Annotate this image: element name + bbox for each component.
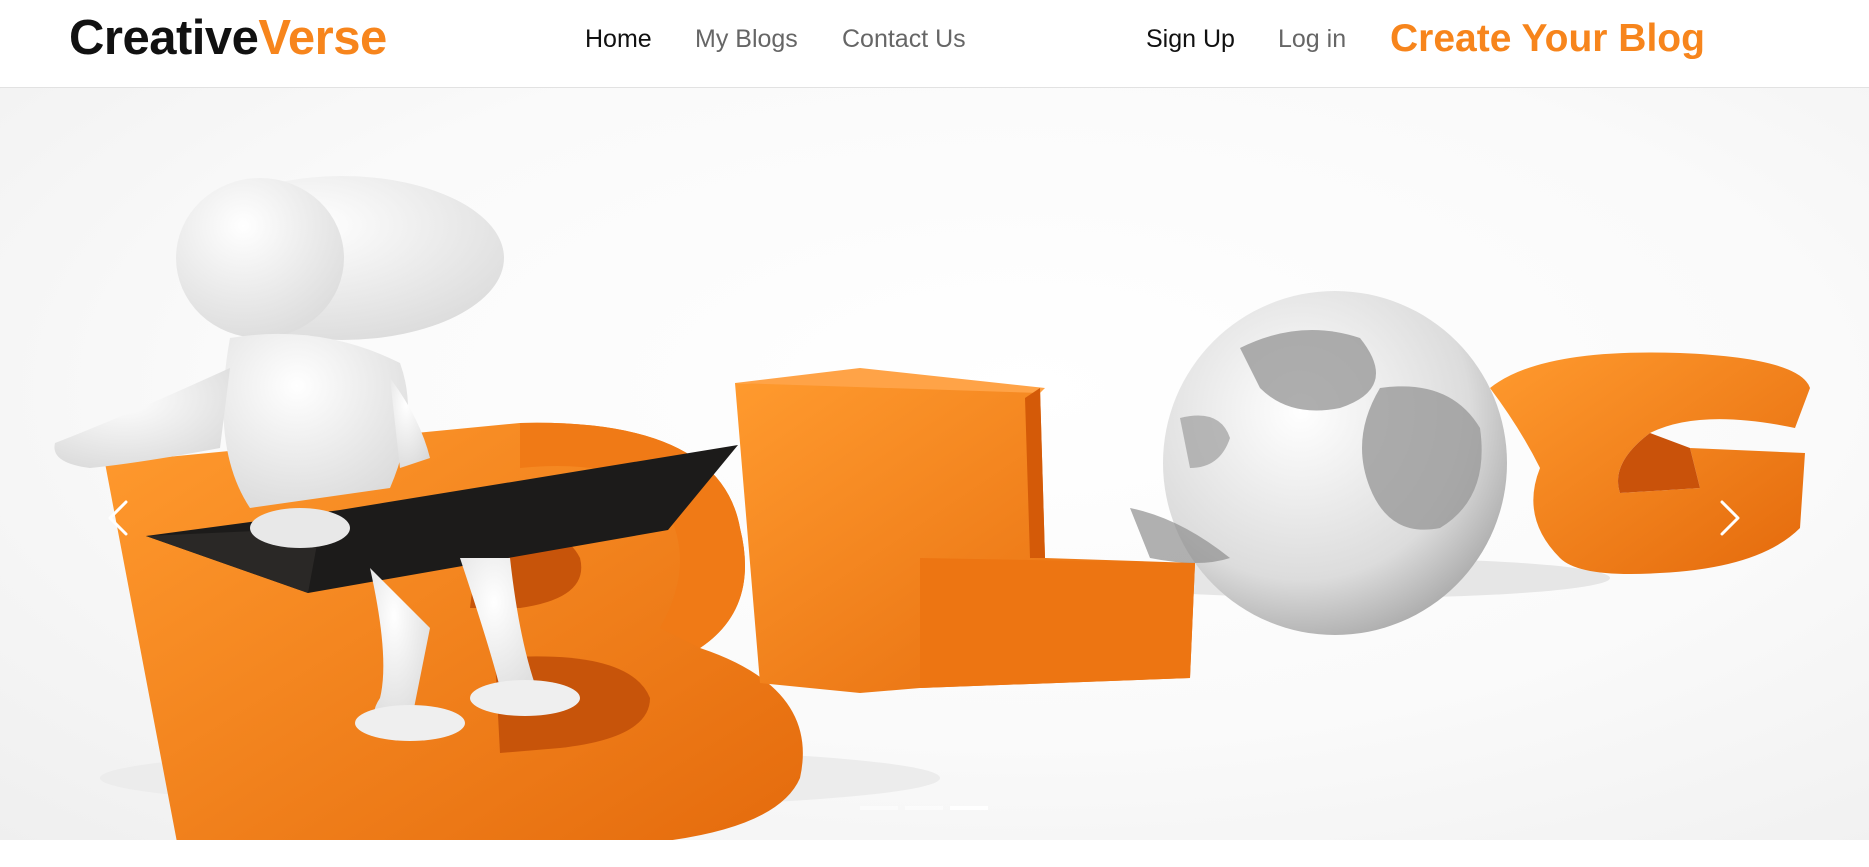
carousel-prev-button[interactable] (88, 488, 148, 548)
nav-home-link[interactable]: Home (585, 24, 652, 54)
nav-contact-link[interactable]: Contact Us (842, 24, 966, 54)
carousel-indicator-1[interactable] (860, 806, 898, 810)
nav-my-blogs-link[interactable]: My Blogs (695, 24, 798, 54)
create-blog-button[interactable]: Create Your Blog (1390, 17, 1705, 61)
brand-name-part2: Verse (258, 11, 387, 65)
brand-logo[interactable]: CreativeVerse (69, 10, 387, 66)
carousel-next-button[interactable] (1700, 488, 1760, 548)
carousel-indicator-2[interactable] (905, 806, 943, 810)
chevron-right-icon (1720, 500, 1740, 536)
carousel-indicator-3[interactable] (950, 806, 988, 810)
brand-name-part1: Creative (69, 11, 259, 65)
hero-slide-image (54, 176, 1810, 840)
page-bottom-strip (0, 840, 1869, 867)
sign-up-link[interactable]: Sign Up (1146, 24, 1235, 54)
hero-carousel (0, 88, 1869, 840)
log-in-link[interactable]: Log in (1278, 24, 1346, 54)
chevron-left-icon (108, 500, 128, 536)
top-navbar: CreativeVerse Home My Blogs Contact Us S… (0, 0, 1869, 88)
